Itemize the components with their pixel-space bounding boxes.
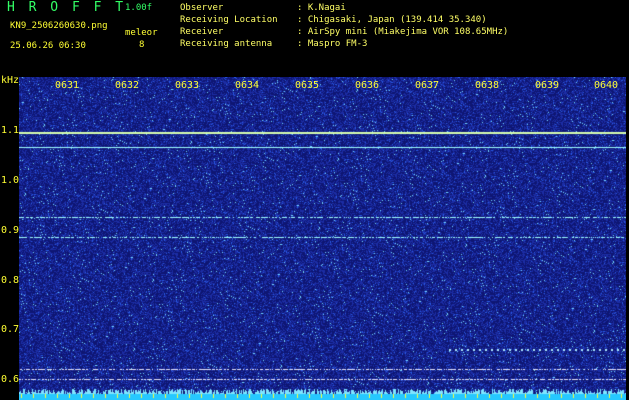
x-tick-label: 0632 (115, 80, 140, 91)
y-tick-label: 0.7 (1, 324, 20, 335)
receiver-label: Receiver (180, 27, 224, 37)
x-tick-label: 0639 (535, 80, 560, 91)
x-tick-label: 0637 (415, 80, 440, 91)
x-tick-label: 0636 (355, 80, 380, 91)
count-value: 8 (139, 40, 145, 50)
y-tick-label: 0.6 (1, 374, 20, 385)
program-version: 1.00f (125, 3, 153, 13)
x-tick-label: 0638 (475, 80, 500, 91)
image-filename: KN9_2506260630.png (10, 21, 108, 31)
y-axis-unit: kHz (1, 75, 20, 86)
antenna-value: : Maspro FM-3 (297, 39, 368, 49)
date-time: 25.06.26 06:30 (10, 41, 86, 51)
y-tick-label: 0.9 (1, 225, 20, 236)
antenna-label: Receiving antenna (180, 39, 273, 49)
program-title: H R O F F T (7, 0, 127, 15)
observer-value: : K.Nagai (297, 3, 346, 13)
y-tick-label: 1.1 (1, 125, 20, 136)
x-tick-label: 0635 (295, 80, 320, 91)
y-tick-label: 1.0 (1, 175, 20, 186)
spectrogram-plot (19, 77, 626, 400)
x-tick-label: 0631 (55, 80, 80, 91)
observer-label: Observer (180, 3, 224, 13)
receiver-value: : AirSpy mini (Miakejima VOR 108.65MHz) (297, 27, 509, 37)
y-tick-label: 0.8 (1, 275, 20, 286)
x-tick-label: 0634 (235, 80, 260, 91)
x-tick-label: 0633 (175, 80, 200, 91)
location-label: Receiving Location (180, 15, 278, 25)
location-value: : Chigasaki, Japan (139.414 35.340) (297, 15, 487, 25)
x-tick-label: 0640 (594, 80, 619, 91)
mode-label: meleor (125, 28, 158, 38)
